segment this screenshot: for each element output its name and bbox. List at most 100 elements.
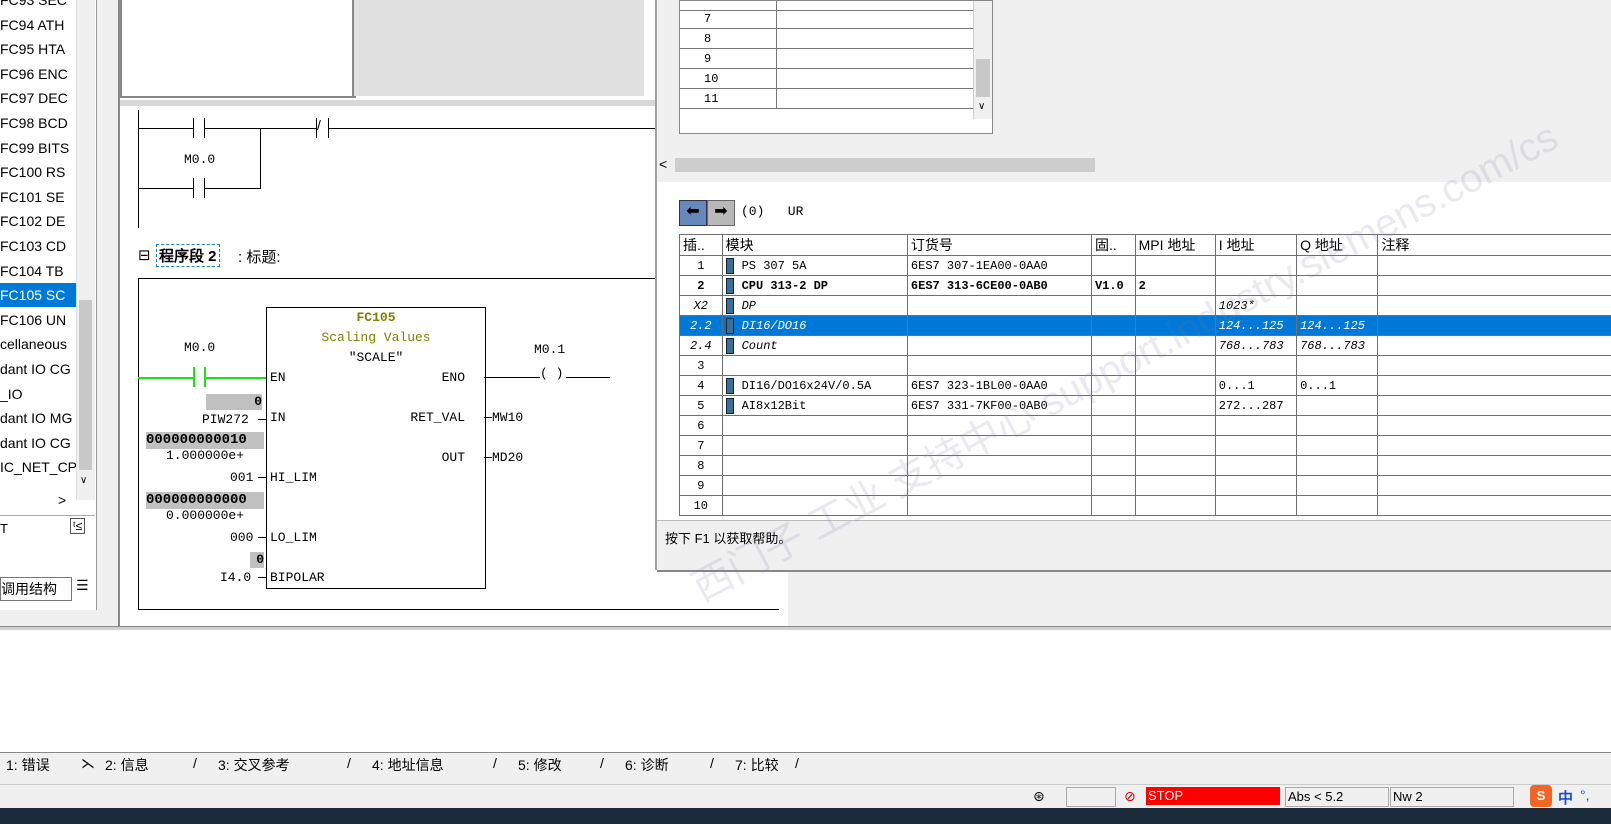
table-cell-module	[721, 435, 908, 456]
block-list-item[interactable]: dant IO MG	[0, 406, 76, 430]
scrollbar-thumb[interactable]	[675, 158, 1095, 172]
block-list-item[interactable]: FC95 HTA	[0, 37, 76, 61]
block-list-scrollbar[interactable]: ∨	[76, 0, 95, 500]
block-list-item[interactable]: FC96 ENC	[0, 62, 76, 86]
scrollbar-thumb[interactable]	[79, 300, 92, 470]
table-row[interactable]: 5 AI8x12Bit 6ES7 331-7KF00-0AB0 272...287	[679, 395, 1611, 416]
ime-logo-icon[interactable]: S	[1530, 785, 1552, 807]
table-row[interactable]: 7	[679, 435, 1611, 456]
bottom-tab[interactable]: 4: 地址信息	[372, 755, 444, 775]
call-structure-tab[interactable]: 调用结构	[0, 577, 72, 601]
block-list-item[interactable]: FC94 ATH	[0, 13, 76, 37]
column-header[interactable]: 插..	[679, 234, 723, 256]
column-header[interactable]: 模块	[721, 234, 908, 256]
station-row[interactable]: 7	[680, 10, 974, 29]
bottom-tab[interactable]: 6: 诊断	[625, 755, 669, 775]
table-cell-module: PS 307 5A	[721, 255, 908, 276]
bottom-tab[interactable]: 2: 信息	[105, 755, 149, 775]
bottom-tab[interactable]: 3: 交叉参考	[218, 755, 290, 775]
table-cell-q	[1296, 295, 1379, 316]
module-icon	[725, 397, 734, 414]
block-list-item[interactable]: _IO	[0, 382, 76, 406]
table-cell-fw	[1090, 295, 1136, 316]
table-cell-comment	[1377, 455, 1611, 476]
table-cell-q	[1296, 395, 1379, 416]
table-cell-comment	[1377, 435, 1611, 456]
pin-out: OUT	[441, 450, 465, 465]
bottom-tab-bar: 1: 错误 ⋋ 2: 信息 / 3: 交叉参考 / 4: 地址信息 / 5: 修改 / 6: 诊断 /…	[0, 752, 1611, 777]
station-row[interactable]: 9	[680, 50, 974, 69]
arrow-right-icon[interactable]: ➡	[707, 200, 735, 226]
block-list-item[interactable]: cellaneous	[0, 332, 76, 356]
fc-description: Scaling Values	[321, 330, 431, 345]
column-header[interactable]: 订货号	[906, 234, 1092, 256]
out-operand[interactable]: MD20	[492, 450, 523, 465]
table-cell-q	[1296, 355, 1379, 376]
pin-lolim: LO_LIM	[270, 530, 317, 545]
retval-operand[interactable]: MW10	[492, 410, 523, 425]
block-list-item[interactable]: IC_NET_CP	[0, 455, 76, 479]
network-title[interactable]: 程序段 2	[156, 244, 220, 267]
block-list-item[interactable]: FC99 BITS	[0, 136, 76, 160]
table-cell-comment	[1377, 315, 1611, 336]
station-row[interactable]: 11	[680, 90, 974, 109]
column-header[interactable]: MPI 地址	[1134, 234, 1216, 256]
table-cell-comment	[1377, 355, 1611, 376]
block-list-item[interactable]: FC98 BCD	[0, 111, 76, 135]
station-table-top[interactable]: 7 8 9 10 11 ∨	[679, 0, 993, 134]
table-row[interactable]: 2 CPU 313-2 DP 6ES7 313-6CE00-0AB0 V1.0 2	[679, 275, 1611, 296]
table-row[interactable]: 8	[679, 455, 1611, 476]
list-view-icon[interactable]: ☰	[76, 577, 94, 599]
block-list-item[interactable]: FC93 SEC	[0, 0, 76, 12]
table-row[interactable]: 1 PS 307 5A 6ES7 307-1EA00-0AA0	[679, 255, 1611, 276]
station-row[interactable]: 10	[680, 70, 974, 89]
station-row[interactable]: 8	[680, 30, 974, 49]
scroll-down-icon[interactable]: ∨	[978, 101, 985, 112]
block-list-item[interactable]: FC105 SC	[0, 283, 76, 308]
tab-separator: /	[493, 755, 497, 771]
bottom-tab[interactable]: 1: 错误	[6, 755, 50, 775]
fc105-block[interactable]: FC105 Scaling Values "SCALE" EN ENO IN R…	[266, 307, 486, 589]
pin-bipolar: BIPOLAR	[270, 570, 325, 585]
bottom-tab[interactable]: 7: 比较	[735, 755, 779, 775]
table-cell-mpi	[1134, 455, 1216, 476]
coil-operand[interactable]: M0.1	[534, 342, 565, 357]
table-cell-fw	[1090, 435, 1136, 456]
hilim-operand-1[interactable]: 1.000000e+	[166, 448, 244, 463]
scroll-down-icon[interactable]: ∨	[80, 475, 87, 486]
block-list-item[interactable]: FC101 SE	[0, 185, 76, 209]
block-list-panel: FC93 SEC FC94 ATH FC95 HTA FC96 ENC FC97 DEC…	[0, 0, 97, 610]
in-operand[interactable]: PIW272	[202, 412, 249, 427]
block-list-item[interactable]: FC106 UN	[0, 308, 76, 332]
ime-language[interactable]: 中	[1558, 787, 1573, 808]
hilim-operand-2[interactable]: 001	[230, 470, 253, 485]
block-list-item[interactable]: dant IO CG	[0, 357, 76, 381]
scroll-right-icon[interactable]: >	[58, 492, 66, 508]
table-cell-i: 768...783	[1214, 335, 1298, 356]
bottom-tab[interactable]: 5: 修改	[518, 755, 562, 775]
network-collapse-icon[interactable]: ⊟	[138, 246, 151, 264]
ime-punct-icon[interactable]: °,	[1580, 787, 1590, 803]
block-list-item[interactable]: FC102 DE	[0, 209, 76, 233]
scroll-left-icon[interactable]: <	[659, 156, 667, 172]
filter-icon[interactable]: ᵗ≤	[70, 518, 86, 534]
table-cell-slot: 3	[679, 355, 723, 376]
tab-separator: ⋋	[81, 755, 95, 771]
arrow-left-icon[interactable]: ⬅	[679, 200, 707, 226]
lolim-operand-2[interactable]: 000	[230, 530, 253, 545]
fc-name: FC105	[356, 310, 396, 325]
table-cell-i: 272...287	[1214, 395, 1298, 416]
block-list-item[interactable]: FC103 CD	[0, 234, 76, 258]
block-list-item[interactable]: dant IO CG	[0, 431, 76, 455]
table-row[interactable]: 6	[679, 415, 1611, 436]
station-table-scrollbar[interactable]: ∨	[973, 1, 992, 119]
block-list-item[interactable]: FC104 TB	[0, 259, 76, 283]
table-cell-mpi	[1134, 255, 1216, 276]
table-cell-order	[906, 315, 1092, 336]
column-header[interactable]: 固..	[1090, 234, 1136, 256]
block-list-item[interactable]: FC97 DEC	[0, 86, 76, 110]
block-list-item[interactable]: FC100 RS	[0, 160, 76, 184]
bipolar-operand[interactable]: I4.0	[220, 570, 251, 585]
table-row[interactable]: X2 DP 1023*	[679, 295, 1611, 316]
lolim-operand-1[interactable]: 0.000000e+	[166, 508, 244, 523]
